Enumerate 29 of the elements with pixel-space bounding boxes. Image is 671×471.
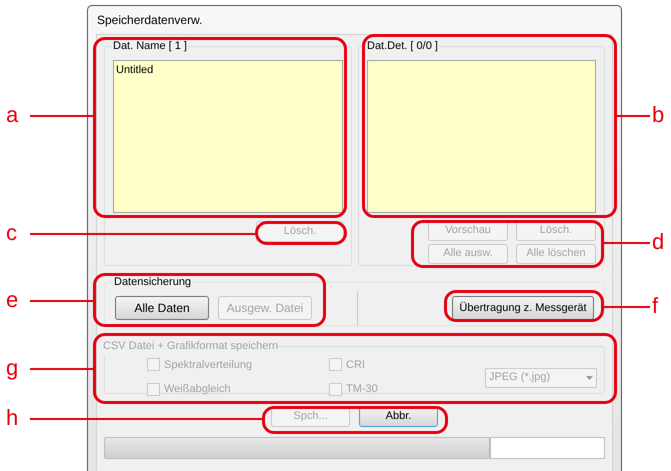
callout-label: c bbox=[6, 220, 17, 246]
callout-label: f bbox=[652, 293, 658, 319]
file-list[interactable]: Untitled bbox=[113, 60, 343, 212]
dialog-button[interactable]: Übertragung z. Messgerät bbox=[452, 296, 594, 320]
callout-label: d bbox=[652, 229, 664, 255]
dialog-button[interactable]: Alle Daten bbox=[115, 296, 209, 320]
leader-line bbox=[30, 368, 93, 370]
checkbox-label: TM-30 bbox=[346, 382, 378, 397]
leader-line bbox=[617, 115, 650, 117]
dropdown-arrow-icon bbox=[586, 376, 593, 380]
checkbox-label: Weißabgleich bbox=[164, 382, 230, 397]
callout-label: e bbox=[6, 287, 18, 313]
leader-line bbox=[604, 242, 650, 244]
callout-label: h bbox=[6, 405, 18, 431]
detail-list[interactable] bbox=[367, 60, 596, 212]
group-label: Datensicherung bbox=[113, 275, 192, 290]
window-title: Speicherdatenverw. bbox=[97, 12, 202, 29]
group-label: CSV Datei + Grafikformat speichern bbox=[103, 339, 278, 354]
leader-line bbox=[30, 300, 93, 302]
leader-line bbox=[30, 115, 93, 117]
checkbox-label: CRI bbox=[346, 358, 365, 372]
leader-line bbox=[604, 306, 650, 308]
group-label: Dat. Name [ 1 ] bbox=[112, 39, 188, 54]
group-label: Dat.Det. [ 0/0 ] bbox=[366, 39, 439, 54]
checkbox-label: Spektralverteilung bbox=[164, 358, 252, 372]
callout-label: b bbox=[652, 102, 664, 128]
callout-label: g bbox=[6, 355, 18, 381]
list-item[interactable]: Untitled bbox=[116, 62, 340, 78]
callout-label: a bbox=[6, 102, 18, 128]
